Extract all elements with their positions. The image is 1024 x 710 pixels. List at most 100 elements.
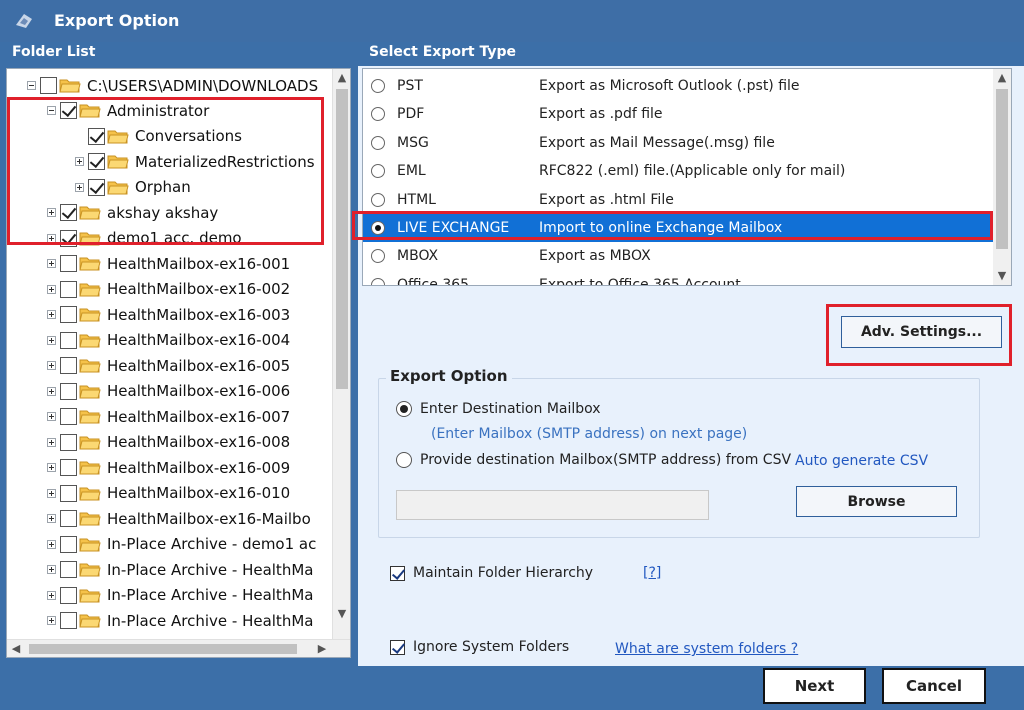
expand-icon[interactable] — [75, 182, 84, 192]
expand-icon[interactable] — [47, 361, 56, 370]
tree-item[interactable]: HealthMailbox-ex16-Mailbo — [47, 506, 311, 531]
next-button[interactable]: Next — [763, 668, 866, 704]
expand-icon[interactable] — [47, 539, 56, 549]
tree-item[interactable]: HealthMailbox-ex16-005 — [47, 353, 290, 378]
expand-icon[interactable] — [47, 259, 56, 268]
tree-item[interactable]: MaterializedRestrictions — [75, 149, 315, 174]
hscroll-thumb[interactable] — [29, 644, 297, 654]
tree-checkbox[interactable] — [60, 102, 77, 119]
tree-checkbox[interactable] — [88, 127, 105, 145]
export-type-row[interactable]: PST Export as Microsoft Outlook (.pst) fi… — [363, 72, 994, 100]
tree-checkbox[interactable] — [60, 382, 77, 400]
scroll-thumb[interactable] — [336, 89, 348, 389]
expand-icon[interactable] — [47, 514, 56, 523]
auto-generate-csv-link[interactable]: Auto generate CSV — [795, 453, 928, 469]
scroll-down-icon[interactable]: ▼ — [993, 267, 1011, 285]
tree-checkbox[interactable] — [60, 357, 77, 374]
tree-item[interactable]: Orphan — [75, 175, 191, 200]
expand-icon[interactable] — [47, 284, 56, 294]
system-folders-link[interactable]: What are system folders ? — [615, 641, 798, 657]
expand-icon[interactable] — [47, 463, 56, 472]
export-type-radio[interactable] — [371, 277, 385, 285]
tree-item[interactable]: Conversations — [75, 124, 242, 149]
scroll-up-icon[interactable]: ▲ — [333, 69, 350, 87]
tree-item[interactable]: HealthMailbox-ex16-004 — [47, 328, 290, 353]
tree-horizontal-scrollbar[interactable]: ◀ ▶ — [7, 639, 350, 657]
export-type-radio[interactable] — [371, 164, 385, 179]
scroll-right-icon[interactable]: ▶ — [313, 640, 331, 657]
export-type-row[interactable]: Office 365 Export to Office 365 Account — [363, 271, 994, 285]
scroll-down-icon[interactable]: ▼ — [333, 605, 350, 623]
tree-checkbox[interactable] — [88, 153, 105, 170]
enter-destination-radio[interactable] — [396, 401, 412, 417]
tree-item[interactable]: In-Place Archive - demo1 ac — [47, 532, 316, 557]
tree-item[interactable]: akshay akshay — [47, 200, 218, 225]
tree-checkbox[interactable] — [60, 484, 77, 502]
tree-root[interactable]: C:\USERS\ADMIN\DOWNLOADS — [27, 73, 318, 98]
ignore-system-option[interactable]: Ignore System Folders — [390, 639, 569, 655]
tree-checkbox[interactable] — [60, 255, 77, 272]
cancel-button[interactable]: Cancel — [882, 668, 986, 704]
browse-button[interactable]: Browse — [796, 486, 957, 517]
help-link[interactable]: [?] — [643, 565, 661, 581]
tree-checkbox[interactable] — [60, 510, 77, 527]
expand-icon[interactable] — [47, 208, 56, 217]
expand-icon[interactable] — [47, 437, 56, 447]
expand-icon[interactable] — [47, 233, 56, 243]
tree-checkbox[interactable] — [60, 586, 77, 604]
tree-checkbox[interactable] — [40, 77, 57, 94]
export-type-row[interactable]: HTML Export as .html File — [363, 186, 994, 214]
adv-settings-button[interactable]: Adv. Settings... — [841, 316, 1002, 348]
collapse-icon[interactable] — [47, 106, 56, 115]
tree-checkbox[interactable] — [60, 433, 77, 451]
export-type-radio[interactable] — [371, 221, 385, 235]
tree-checkbox[interactable] — [60, 306, 77, 323]
tree-item[interactable]: HealthMailbox-ex16-003 — [47, 302, 290, 327]
export-type-row[interactable]: PDF Export as .pdf file — [363, 100, 994, 128]
tree-checkbox[interactable] — [60, 612, 77, 629]
tree-checkbox[interactable] — [60, 229, 77, 247]
export-type-list[interactable]: PST Export as Microsoft Outlook (.pst) fi… — [362, 68, 1012, 286]
scroll-thumb[interactable] — [996, 89, 1008, 249]
tree-checkbox[interactable] — [60, 204, 77, 221]
tree-checkbox[interactable] — [60, 561, 77, 578]
export-type-radio[interactable] — [371, 79, 385, 93]
tree-item[interactable]: HealthMailbox-ex16-001 — [47, 251, 290, 276]
tree-item[interactable]: HealthMailbox-ex16-006 — [47, 379, 290, 404]
tree-item[interactable]: In-Place Archive - HealthMa — [47, 583, 313, 608]
export-type-radio[interactable] — [371, 249, 385, 264]
expand-icon[interactable] — [47, 412, 56, 421]
tree-checkbox[interactable] — [60, 280, 77, 298]
expand-icon[interactable] — [47, 590, 56, 600]
tree-item[interactable]: HealthMailbox-ex16-002 — [47, 277, 290, 302]
tree-item[interactable]: HealthMailbox-ex16-010 — [47, 481, 290, 506]
maintain-hierarchy-option[interactable]: Maintain Folder Hierarchy — [390, 565, 593, 581]
export-type-radio[interactable] — [371, 107, 385, 122]
tree-item[interactable]: HealthMailbox-ex16-008 — [47, 430, 290, 455]
tree-checkbox[interactable] — [88, 178, 105, 196]
tree-item[interactable]: Administrator — [47, 98, 209, 123]
export-list-scrollbar[interactable]: ▲ ▼ — [993, 69, 1011, 285]
scroll-up-icon[interactable]: ▲ — [993, 69, 1011, 87]
maintain-hierarchy-checkbox[interactable] — [390, 565, 405, 581]
export-type-radio[interactable] — [371, 135, 385, 150]
enter-destination-option[interactable]: Enter Destination Mailbox — [396, 401, 601, 417]
expand-icon[interactable] — [47, 335, 56, 345]
expand-icon[interactable] — [47, 386, 56, 396]
tree-item[interactable]: HealthMailbox-ex16-007 — [47, 404, 290, 429]
export-type-row[interactable]: MBOX Export as MBOX — [363, 242, 994, 270]
export-type-row[interactable]: MSG Export as Mail Message(.msg) file — [363, 129, 994, 157]
provide-csv-radio[interactable] — [396, 452, 412, 468]
ignore-system-checkbox[interactable] — [390, 639, 405, 655]
expand-icon[interactable] — [75, 157, 84, 166]
tree-item[interactable]: demo1 acc. demo — [47, 226, 242, 251]
collapse-icon[interactable] — [27, 81, 36, 90]
tree-checkbox[interactable] — [60, 331, 77, 349]
tree-item[interactable]: HealthMailbox-ex16-009 — [47, 455, 290, 480]
tree-item[interactable]: In-Place Archive - HealthMa — [47, 557, 313, 582]
expand-icon[interactable] — [47, 310, 56, 319]
tree-checkbox[interactable] — [60, 408, 77, 425]
expand-icon[interactable] — [47, 565, 56, 574]
tree-item[interactable]: In-Place Archive - HealthMa — [47, 608, 313, 633]
tree-vertical-scrollbar[interactable]: ▲ ▼ — [332, 69, 350, 657]
